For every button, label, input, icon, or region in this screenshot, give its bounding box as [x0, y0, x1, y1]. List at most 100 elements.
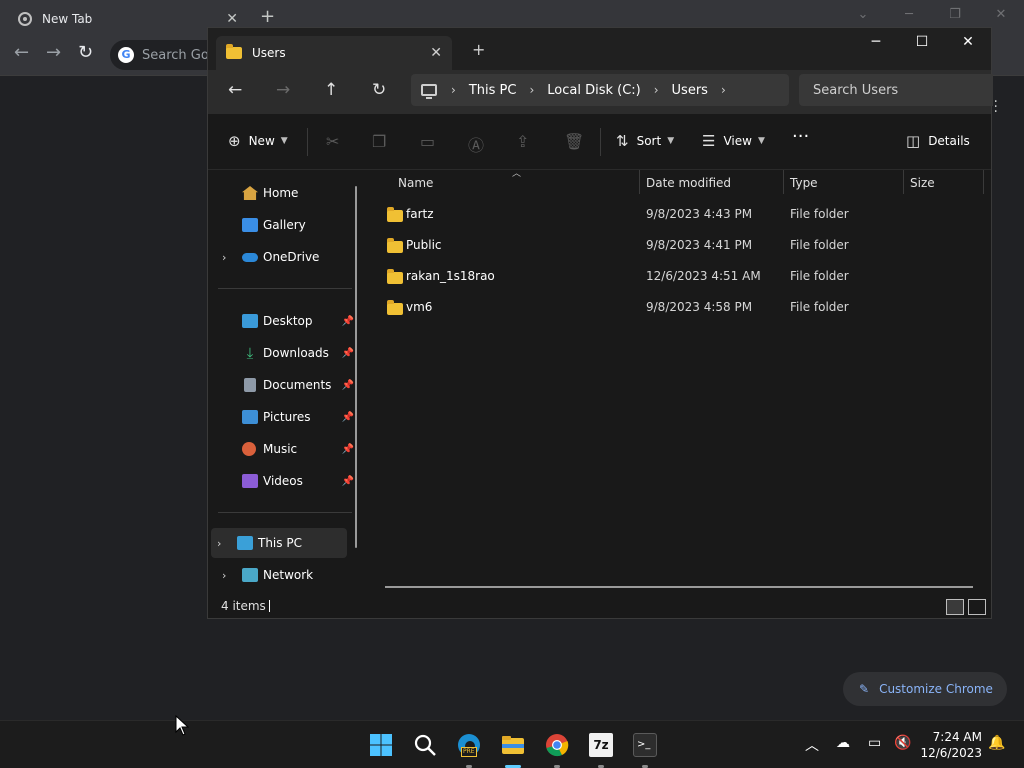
chrome-icon[interactable]	[545, 733, 569, 757]
chevron-right-icon[interactable]: ›	[721, 83, 726, 97]
new-tab-button[interactable]: +	[472, 40, 485, 59]
breadcrumb-this-pc[interactable]: This PC	[469, 83, 517, 98]
new-button[interactable]: ⊕ New ▼	[228, 132, 288, 150]
nav-item-gallery[interactable]: Gallery	[216, 210, 354, 240]
close-icon[interactable]: ✕	[226, 11, 238, 27]
sort-button[interactable]: ⇅ Sort ▼	[616, 132, 674, 150]
rename-icon[interactable]: Ⓐ	[468, 132, 484, 156]
copy-icon[interactable]: ❐	[372, 132, 386, 151]
nav-item-network[interactable]: › Network	[216, 560, 354, 590]
edge-icon[interactable]: PRE	[457, 733, 481, 757]
nav-item-desktop[interactable]: Desktop 📌	[216, 306, 354, 336]
chevron-right-icon[interactable]: ›	[222, 251, 226, 264]
close-icon[interactable]: ✕	[945, 28, 991, 58]
cut-icon[interactable]: ✂	[326, 132, 339, 151]
delete-icon[interactable]: 🗑	[564, 132, 584, 151]
chevron-right-icon[interactable]: ›	[222, 569, 226, 582]
forward-arrow-icon[interactable]: →	[276, 80, 290, 100]
windows-start-icon[interactable]	[369, 733, 393, 757]
share-icon[interactable]: ⇪	[516, 132, 529, 151]
system-clock[interactable]: 7:24 AM 12/6/2023	[920, 729, 982, 761]
pin-icon[interactable]: 📌	[342, 444, 354, 455]
nav-item-music[interactable]: Music 📌	[216, 434, 354, 464]
details-view-icon[interactable]	[946, 599, 964, 615]
column-name[interactable]: Name	[398, 176, 433, 190]
computer-icon	[237, 536, 253, 550]
column-divider[interactable]	[903, 170, 904, 194]
customize-chrome-button[interactable]: ✎ Customize Chrome	[843, 672, 1007, 706]
7zip-icon[interactable]: 7z	[589, 733, 613, 757]
volume-muted-icon[interactable]: 🔇	[894, 735, 911, 751]
nav-item-downloads[interactable]: ⤓ Downloads 📌	[216, 338, 354, 368]
tiles-view-icon[interactable]	[968, 599, 986, 615]
file-name: rakan_1s18rao	[406, 269, 495, 283]
clock-time: 7:24 AM	[932, 730, 982, 744]
refresh-icon[interactable]: ↻	[372, 80, 386, 100]
nav-item-pictures[interactable]: Pictures 📌	[216, 402, 354, 432]
cloud-offline-icon[interactable]: ☁	[836, 735, 850, 751]
file-row[interactable]: vm6 9/8/2023 4:58 PM File folder	[368, 292, 993, 323]
home-icon	[242, 186, 258, 200]
breadcrumb-local-disk[interactable]: Local Disk (C:)	[547, 83, 640, 98]
column-divider[interactable]	[639, 170, 640, 194]
close-icon[interactable]: ✕	[430, 45, 442, 61]
pin-icon[interactable]: 📌	[342, 380, 354, 391]
address-bar[interactable]: › This PC › Local Disk (C:) › Users ›	[411, 74, 789, 106]
folder-icon	[387, 238, 403, 253]
details-button[interactable]: ◫ Details	[906, 132, 970, 150]
column-date-modified[interactable]: Date modified	[646, 176, 731, 190]
back-arrow-icon[interactable]: ←	[228, 80, 242, 100]
file-row[interactable]: Public 9/8/2023 4:41 PM File folder	[368, 230, 993, 261]
terminal-icon[interactable]: >_	[633, 733, 657, 757]
chevron-down-icon[interactable]: ⌄	[840, 0, 886, 30]
notification-bell-icon[interactable]: 🔔	[988, 735, 1005, 751]
chevron-right-icon[interactable]: ›	[529, 83, 534, 97]
search-icon[interactable]	[413, 733, 437, 757]
file-row[interactable]: fartz 9/8/2023 4:43 PM File folder	[368, 199, 993, 230]
forward-arrow-icon[interactable]: →	[46, 42, 61, 63]
up-arrow-icon[interactable]: ↑	[324, 80, 338, 100]
nav-item-documents[interactable]: Documents 📌	[216, 370, 354, 400]
nav-item-this-pc[interactable]: › This PC	[211, 528, 347, 558]
chevron-right-icon[interactable]: ›	[451, 83, 456, 97]
explorer-tab-title: Users	[252, 46, 286, 60]
pin-icon[interactable]: 📌	[342, 476, 354, 487]
back-arrow-icon[interactable]: ←	[14, 42, 29, 63]
chevron-right-icon[interactable]: ›	[654, 83, 659, 97]
nav-item-onedrive[interactable]: › OneDrive	[216, 242, 354, 272]
column-type[interactable]: Type	[790, 176, 818, 190]
nav-item-videos[interactable]: Videos 📌	[216, 466, 354, 496]
chevron-right-icon[interactable]: ›	[217, 537, 221, 550]
search-placeholder: Search Users	[813, 82, 899, 98]
file-explorer-icon[interactable]	[501, 733, 525, 757]
folder-icon	[387, 207, 403, 222]
search-input[interactable]: Search Users	[799, 74, 993, 106]
column-divider[interactable]	[783, 170, 784, 194]
new-tab-button[interactable]: +	[260, 6, 275, 27]
file-row[interactable]: rakan_1s18rao 12/6/2023 4:51 AM File fol…	[368, 261, 993, 292]
chevron-up-icon[interactable]: ︿	[805, 735, 819, 755]
nav-item-home[interactable]: Home	[216, 178, 354, 208]
close-icon[interactable]: ✕	[978, 0, 1024, 30]
breadcrumb-users[interactable]: Users	[672, 83, 708, 98]
pin-icon[interactable]: 📌	[342, 316, 354, 327]
restore-icon[interactable]: ❐	[932, 0, 978, 30]
paste-icon[interactable]: ▭	[420, 132, 435, 151]
nav-pane-scrollbar[interactable]	[355, 186, 357, 548]
maximize-icon[interactable]: ☐	[899, 28, 945, 58]
minimize-icon[interactable]: ─	[886, 0, 932, 30]
minimize-icon[interactable]: ─	[853, 28, 899, 58]
taskbar: PRE 7z >_ ︿ ☁ ▭ 🔇 7:24 AM 12/6/2023 🔔	[0, 720, 1024, 768]
network-icon[interactable]: ▭	[868, 735, 881, 751]
column-divider[interactable]	[983, 170, 984, 194]
explorer-tab-users[interactable]: Users ✕	[216, 36, 452, 70]
more-options-icon[interactable]: ···	[792, 126, 809, 147]
file-name: fartz	[406, 207, 434, 221]
chrome-menu-icon[interactable]: · · ·	[994, 95, 998, 119]
column-size[interactable]: Size	[910, 176, 935, 190]
view-button[interactable]: ☰ View ▼	[702, 132, 765, 150]
reload-icon[interactable]: ↻	[78, 42, 93, 63]
pin-icon[interactable]: 📌	[342, 412, 354, 423]
pin-icon[interactable]: 📌	[342, 348, 354, 359]
horizontal-scrollbar[interactable]	[385, 586, 973, 588]
